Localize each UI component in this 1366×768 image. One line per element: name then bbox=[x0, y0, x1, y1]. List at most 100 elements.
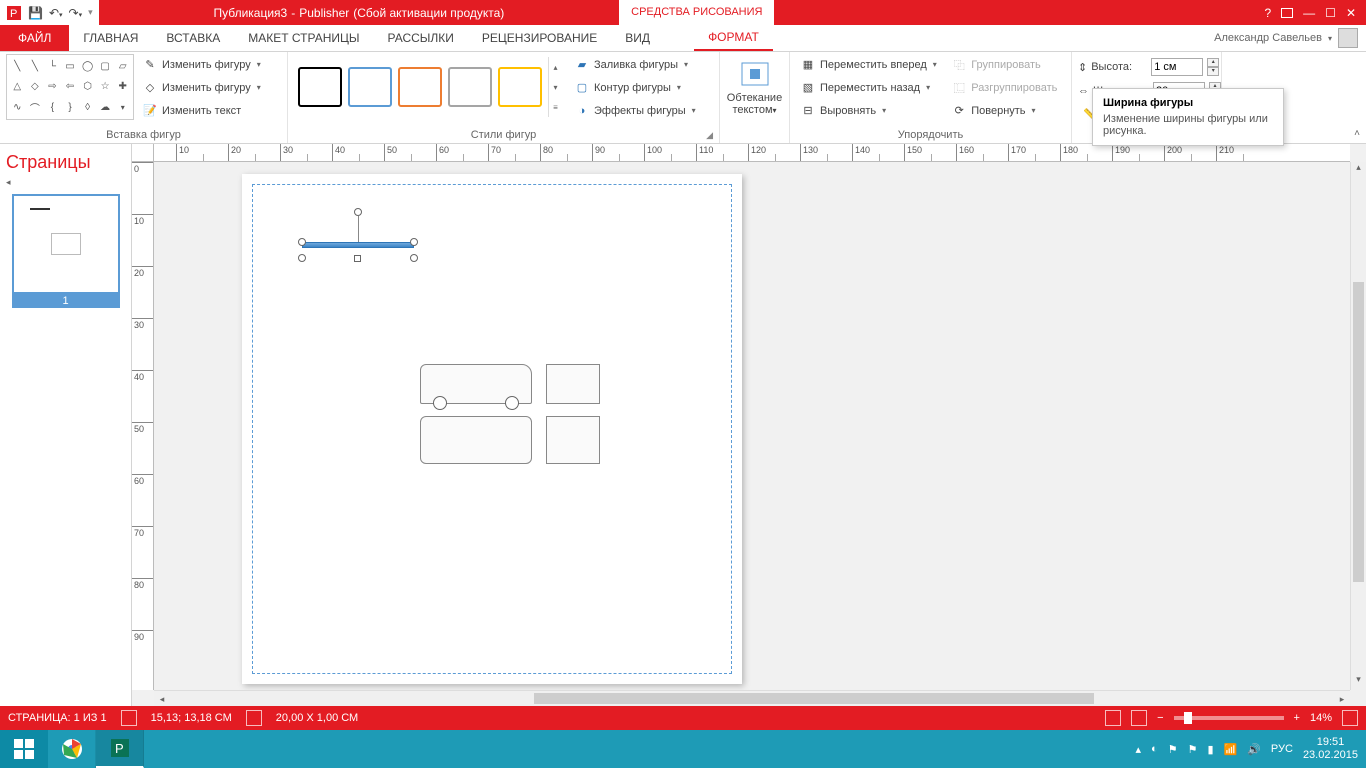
scroll-up-icon[interactable]: ▴ bbox=[1351, 162, 1366, 178]
tab-mailings[interactable]: РАССЫЛКИ bbox=[374, 25, 468, 51]
gallery-more-icon[interactable]: ▾ bbox=[114, 98, 131, 117]
rotate-button[interactable]: ⟳Повернуть▾ bbox=[947, 100, 1065, 121]
scroll-down-icon[interactable]: ▾ bbox=[1351, 674, 1366, 690]
tray-network-icon[interactable]: ▮ bbox=[1207, 743, 1213, 756]
qat-customize-icon[interactable]: ▾ bbox=[88, 7, 93, 18]
undo-icon[interactable]: ↶▾ bbox=[49, 6, 63, 20]
resize-handle-tr[interactable] bbox=[410, 238, 418, 246]
maximize-icon[interactable]: ☐ bbox=[1325, 6, 1336, 20]
selected-shape[interactable] bbox=[302, 242, 414, 248]
resize-handle-tl[interactable] bbox=[298, 238, 306, 246]
ribbon-options-icon[interactable] bbox=[1281, 8, 1293, 18]
shape-brace2-icon[interactable]: } bbox=[62, 98, 79, 117]
edit-text-button[interactable]: 📝Изменить текст bbox=[138, 100, 265, 121]
resize-handle-br[interactable] bbox=[410, 254, 418, 262]
shape-line2-icon[interactable]: ╲ bbox=[27, 57, 44, 76]
horizontal-scroll-thumb[interactable] bbox=[534, 693, 1094, 704]
scroll-right-icon[interactable]: ▸ bbox=[1334, 691, 1350, 706]
style-preset-2[interactable] bbox=[348, 67, 392, 107]
rotation-handle[interactable] bbox=[354, 208, 362, 216]
start-button[interactable] bbox=[0, 730, 48, 768]
horizontal-ruler[interactable]: 0102030405060708090100110120130140150160… bbox=[154, 144, 1350, 162]
shape-curve-icon[interactable]: ∿ bbox=[9, 98, 26, 117]
tray-flag-icon[interactable]: ⚑ bbox=[1168, 743, 1178, 756]
zoom-level[interactable]: 14% bbox=[1310, 712, 1332, 724]
send-backward-button[interactable]: ▧Переместить назад▾ bbox=[796, 77, 943, 98]
shape-line-icon[interactable]: ╲ bbox=[9, 57, 26, 76]
shape-rhombus-icon[interactable]: ◇ bbox=[27, 77, 44, 96]
style-preset-3[interactable] bbox=[398, 67, 442, 107]
wrap-text-button[interactable]: Обтекание текстом▾ bbox=[726, 54, 783, 117]
shape-brace-icon[interactable]: { bbox=[44, 98, 61, 117]
page-canvas[interactable] bbox=[242, 174, 742, 684]
shape-triangle-icon[interactable]: △ bbox=[9, 77, 26, 96]
collapse-ribbon-icon[interactable]: ˄ bbox=[1354, 128, 1360, 139]
style-gallery-more[interactable]: ▴▾≡ bbox=[548, 57, 562, 117]
tab-page-design[interactable]: МАКЕТ СТРАНИЦЫ bbox=[234, 25, 373, 51]
zoom-whole-page-icon[interactable] bbox=[1342, 710, 1358, 726]
shape-cloud-icon[interactable]: ☁ bbox=[97, 98, 114, 117]
scroll-left-icon[interactable]: ◂ bbox=[154, 691, 170, 706]
tab-review[interactable]: РЕЦЕНЗИРОВАНИЕ bbox=[468, 25, 611, 51]
height-input[interactable] bbox=[1151, 58, 1203, 76]
height-spinner[interactable]: ▴▾ bbox=[1207, 58, 1219, 76]
shape-oval-icon[interactable]: ◯ bbox=[79, 57, 96, 76]
shape-roundrect-icon[interactable]: ▢ bbox=[97, 57, 114, 76]
shape-more1-icon[interactable]: ▱ bbox=[114, 57, 131, 76]
resize-handle-bl[interactable] bbox=[298, 254, 306, 262]
vertical-ruler[interactable]: 0102030405060708090 bbox=[132, 162, 154, 690]
horizontal-scrollbar[interactable]: ◂ ▸ bbox=[154, 690, 1350, 706]
tray-show-hidden-icon[interactable]: ▴ bbox=[1136, 743, 1142, 756]
shape-arrow-icon[interactable]: ⇨ bbox=[44, 77, 61, 96]
shape-outline-button[interactable]: ▢Контур фигуры▾ bbox=[570, 77, 700, 98]
taskbar-publisher[interactable]: P bbox=[96, 730, 144, 768]
close-icon[interactable]: ✕ bbox=[1346, 6, 1356, 20]
redo-icon[interactable]: ↷▾ bbox=[69, 6, 83, 20]
shape-curve2-icon[interactable]: ⌒ bbox=[27, 98, 44, 117]
tab-home[interactable]: ГЛАВНАЯ bbox=[69, 25, 152, 51]
tray-flag2-icon[interactable]: ⚑ bbox=[1188, 743, 1198, 756]
change-shape-button[interactable]: ◇Изменить фигуру▾ bbox=[138, 77, 265, 98]
tray-clock[interactable]: 19:51 23.02.2015 bbox=[1303, 736, 1358, 762]
shapes-gallery[interactable]: ╲ ╲ └ ▭ ◯ ▢ ▱ △ ◇ ⇨ ⇦ ⬡ ☆ ✚ ∿ ⌒ { } ◊ ☁ bbox=[6, 54, 134, 120]
tray-icon-1[interactable]: ◐ bbox=[1151, 743, 1158, 755]
save-icon[interactable]: 💾 bbox=[28, 6, 43, 20]
bring-forward-button[interactable]: ▦Переместить вперед▾ bbox=[796, 54, 943, 75]
style-preset-1[interactable] bbox=[298, 67, 342, 107]
tab-view[interactable]: ВИД bbox=[611, 25, 664, 51]
tab-file[interactable]: ФАЙЛ bbox=[0, 25, 69, 51]
style-preset-5[interactable] bbox=[498, 67, 542, 107]
zoom-out-icon[interactable]: − bbox=[1157, 712, 1163, 724]
shape-styles-launcher-icon[interactable]: ◢ bbox=[706, 130, 713, 141]
tab-format[interactable]: ФОРМАТ bbox=[694, 25, 773, 51]
shape-effects-button[interactable]: ◑Эффекты фигуры▾ bbox=[570, 100, 700, 121]
taskbar-chrome[interactable] bbox=[48, 730, 96, 768]
help-icon[interactable]: ? bbox=[1264, 6, 1271, 20]
style-preset-4[interactable] bbox=[448, 67, 492, 107]
shape-arrow2-icon[interactable]: ⇦ bbox=[62, 77, 79, 96]
edit-shape-button[interactable]: ✎Изменить фигуру▾ bbox=[138, 54, 265, 75]
tray-volume-icon[interactable]: 🔊 bbox=[1247, 743, 1261, 756]
tab-insert[interactable]: ВСТАВКА bbox=[152, 25, 234, 51]
shape-rect-icon[interactable]: ▭ bbox=[62, 57, 79, 76]
align-button[interactable]: ⊟Выровнять▾ bbox=[796, 100, 943, 121]
shape-style-gallery[interactable]: ▴▾≡ bbox=[294, 54, 566, 120]
shape-plus-icon[interactable]: ✚ bbox=[114, 77, 131, 96]
zoom-in-icon[interactable]: + bbox=[1294, 712, 1300, 724]
account-user[interactable]: Александр Савельев ▾ bbox=[1206, 25, 1366, 51]
status-page[interactable]: СТРАНИЦА: 1 ИЗ 1 bbox=[8, 712, 107, 724]
view-two-page-icon[interactable] bbox=[1131, 710, 1147, 726]
tray-language[interactable]: РУС bbox=[1271, 743, 1293, 755]
minimize-icon[interactable]: — bbox=[1303, 6, 1315, 20]
shape-callout-icon[interactable]: ◊ bbox=[79, 98, 96, 117]
resize-handle-bm[interactable] bbox=[354, 255, 361, 262]
shape-connector-icon[interactable]: └ bbox=[44, 57, 61, 76]
page-thumbnail[interactable] bbox=[12, 194, 120, 294]
car-blueprint-image[interactable] bbox=[420, 364, 600, 464]
vertical-scroll-thumb[interactable] bbox=[1353, 282, 1364, 582]
tray-wifi-icon[interactable]: 📶 bbox=[1224, 743, 1238, 756]
shape-line-body[interactable] bbox=[302, 242, 414, 248]
shape-star-icon[interactable]: ☆ bbox=[97, 77, 114, 96]
zoom-slider-knob[interactable] bbox=[1184, 712, 1192, 724]
pages-panel-collapse-icon[interactable]: ◂ bbox=[6, 177, 125, 188]
